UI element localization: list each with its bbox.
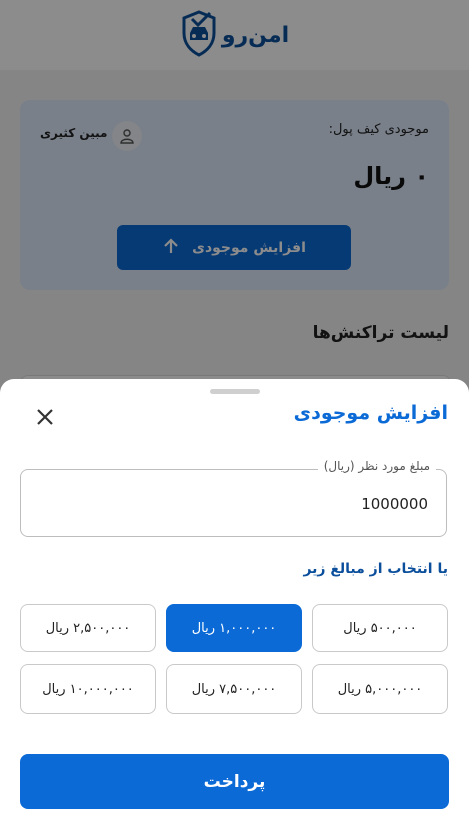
increase-balance-sheet: افزایش موجودی مبلغ مورد نظر (ریال) یا ان… (0, 379, 469, 834)
close-button[interactable] (31, 405, 59, 433)
amount-field: مبلغ مورد نظر (ریال) (20, 459, 447, 537)
sheet-title: افزایش موجودی (293, 402, 448, 424)
drag-handle[interactable] (210, 389, 260, 394)
preset-amount-10000000[interactable]: ۱۰,۰۰۰,۰۰۰ ریال (20, 664, 156, 714)
amount-field-label: مبلغ مورد نظر (ریال) (317, 459, 436, 473)
close-icon (35, 407, 55, 431)
preset-amount-7500000[interactable]: ۷,۵۰۰,۰۰۰ ریال (166, 664, 302, 714)
preset-amount-5000000[interactable]: ۵,۰۰۰,۰۰۰ ریال (312, 664, 448, 714)
preset-amount-label: ۱,۰۰۰,۰۰۰ ریال (191, 620, 277, 636)
preset-amount-label: ۵۰۰,۰۰۰ ریال (343, 620, 417, 636)
pay-button[interactable]: پرداخت (20, 754, 449, 809)
preset-amount-label: ۷,۵۰۰,۰۰۰ ریال (191, 681, 277, 697)
preset-amount-1000000[interactable]: ۱,۰۰۰,۰۰۰ ریال (166, 604, 302, 652)
preset-amounts-title: یا انتخاب از مبالغ زیر (303, 561, 448, 577)
amount-input[interactable] (33, 490, 430, 518)
preset-amount-label: ۲,۵۰۰,۰۰۰ ریال (45, 620, 131, 636)
preset-amount-label: ۵,۰۰۰,۰۰۰ ریال (337, 681, 423, 697)
preset-amount-label: ۱۰,۰۰۰,۰۰۰ ریال (42, 681, 134, 697)
preset-amount-500000[interactable]: ۵۰۰,۰۰۰ ریال (312, 604, 448, 652)
preset-amount-2500000[interactable]: ۲,۵۰۰,۰۰۰ ریال (20, 604, 156, 652)
